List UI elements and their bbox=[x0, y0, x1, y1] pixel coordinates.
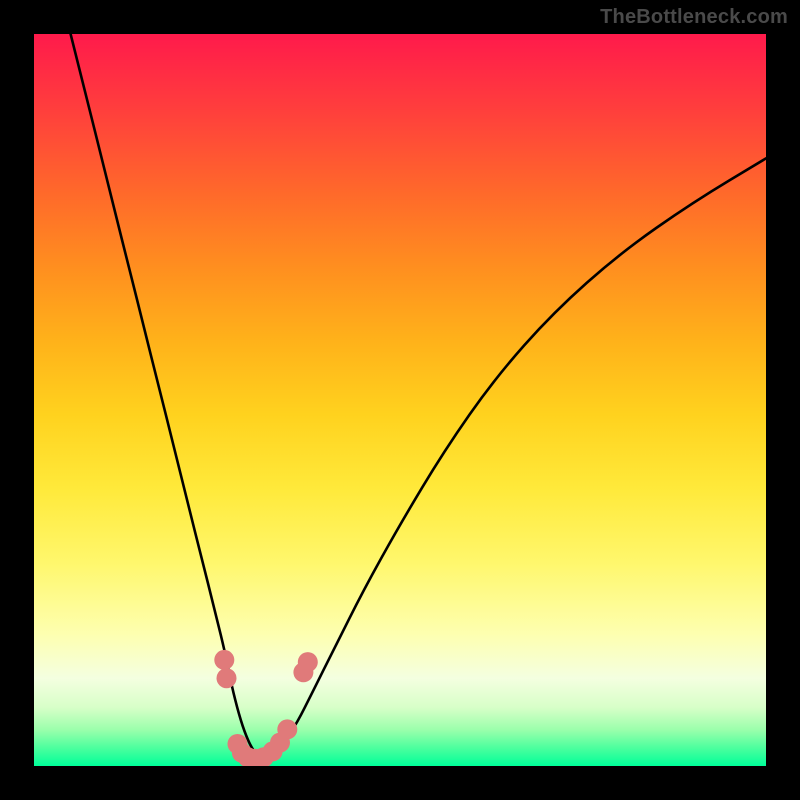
highlight-point bbox=[214, 650, 234, 670]
plot-area bbox=[34, 34, 766, 766]
highlight-point bbox=[277, 719, 297, 739]
chart-frame: TheBottleneck.com bbox=[0, 0, 800, 800]
highlight-point bbox=[217, 668, 237, 688]
bottleneck-curve bbox=[71, 34, 766, 759]
highlight-markers bbox=[214, 650, 317, 766]
watermark-text: TheBottleneck.com bbox=[600, 6, 788, 29]
chart-svg bbox=[34, 34, 766, 766]
highlight-point bbox=[298, 652, 318, 672]
